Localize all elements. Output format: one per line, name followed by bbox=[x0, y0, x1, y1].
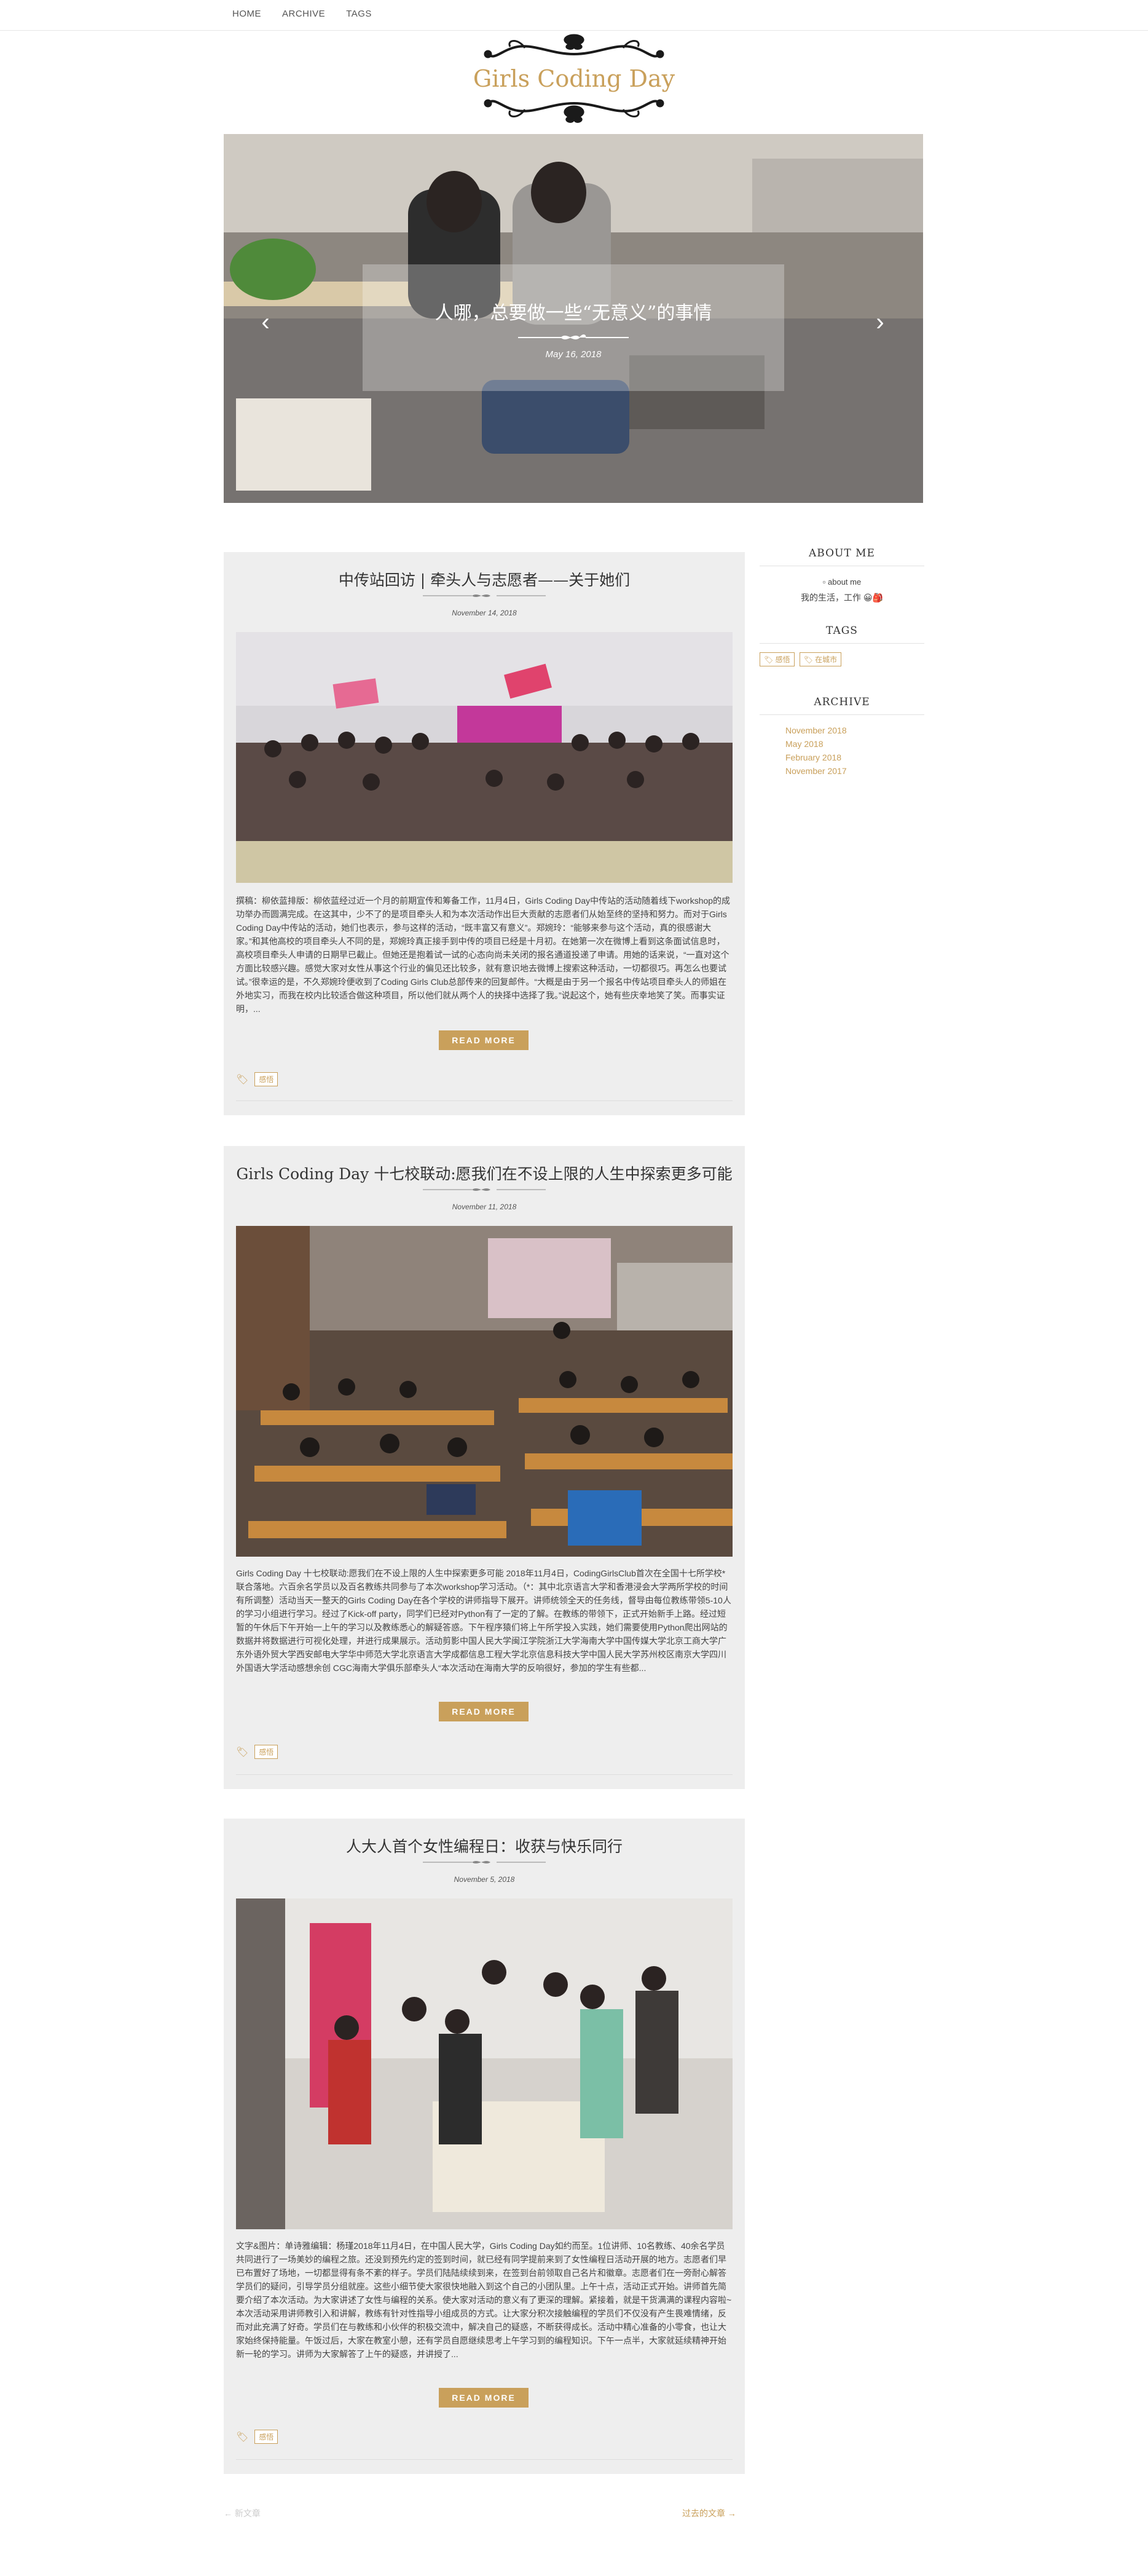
post-title[interactable]: 人大人首个女性编程日：收获与快乐同行 bbox=[224, 1835, 745, 1857]
divider-ornament bbox=[423, 1188, 546, 1191]
post-excerpt: 文字&图片：单诗雅编辑：杨瑾2018年11月4日，在中国人民大学，Girls C… bbox=[236, 2241, 732, 2359]
post-excerpt: 撰稿：柳依蓝排版：柳依蓝经过近一个月的前期宣传和筹备工作，11月4日，Girls… bbox=[236, 896, 731, 1014]
about-text: 我的生活，工作 😀🎒 bbox=[801, 593, 883, 603]
post-divider bbox=[236, 1100, 733, 1101]
about-image: ▫ about me bbox=[760, 577, 924, 587]
post-tags: 🏷 感悟 bbox=[236, 2430, 278, 2444]
group-photo bbox=[236, 632, 733, 883]
slide-caption[interactable]: 人哪，总要做一些“无意义”的事情 May 16, 2018 bbox=[363, 264, 784, 391]
about-image-alt: about me bbox=[828, 577, 862, 587]
post-card: Girls Coding Day 十七校联动:愿我们在不设上限的人生中探索更多可… bbox=[224, 1146, 745, 1789]
archive-link[interactable]: November 2017 bbox=[785, 764, 924, 778]
top-nav: HOME ARCHIVE TAGS bbox=[0, 0, 1148, 31]
sidebar-tags: 🏷 感悟 🏷 在城市 bbox=[760, 652, 924, 666]
tag-icon: 🏷 bbox=[236, 1747, 249, 1758]
nav-tags-link[interactable]: TAGS bbox=[346, 9, 372, 19]
read-more-button[interactable]: READ MORE bbox=[439, 1702, 529, 1721]
post-image[interactable] bbox=[236, 632, 733, 883]
sidebar: ABOUT ME ▫ about me 我的生活，工作 😀🎒 TAGS 🏷 感悟… bbox=[760, 547, 924, 778]
post-tags: 🏷 感悟 bbox=[236, 1072, 278, 1086]
post-divider bbox=[236, 1774, 733, 1775]
post-image[interactable] bbox=[236, 1226, 733, 1557]
sidebar-tag[interactable]: 🏷 在城市 bbox=[799, 652, 842, 666]
tag-icon: 🏷 bbox=[236, 1074, 249, 1085]
post-tags: 🏷 感悟 bbox=[236, 1745, 278, 1759]
read-more-button[interactable]: READ MORE bbox=[439, 1030, 529, 1050]
tags-heading: TAGS bbox=[760, 625, 924, 644]
archive-heading: ARCHIVE bbox=[760, 696, 924, 715]
hero-carousel[interactable]: 人哪，总要做一些“无意义”的事情 May 16, 2018 ‹ › bbox=[224, 134, 923, 503]
slide-date: May 16, 2018 bbox=[545, 349, 602, 360]
broken-image-icon: ▫ bbox=[822, 577, 826, 587]
post-card: 中传站回访 | 牵头人与志愿者——关于她们 November 14, 2018 … bbox=[224, 552, 745, 1115]
carousel-next-icon[interactable]: › bbox=[868, 310, 892, 334]
sidebar-tag-label: 在城市 bbox=[815, 655, 838, 664]
read-more-button[interactable]: READ MORE bbox=[439, 2388, 529, 2408]
pager-newer[interactable]: ← 新文章 bbox=[224, 2507, 261, 2519]
post-date: November 11, 2018 bbox=[452, 1203, 517, 1211]
slide-title[interactable]: 人哪，总要做一些“无意义”的事情 bbox=[363, 298, 784, 325]
classroom-photo bbox=[236, 1226, 733, 1557]
nav-links: HOME ARCHIVE TAGS bbox=[232, 9, 372, 19]
carousel-prev-icon[interactable]: ‹ bbox=[253, 310, 278, 334]
tag-link[interactable]: 感悟 bbox=[254, 1072, 278, 1086]
event-photo bbox=[236, 1898, 733, 2229]
tag-link[interactable]: 感悟 bbox=[254, 1745, 278, 1759]
sidebar-tag-label: 感悟 bbox=[775, 655, 790, 664]
archive-link[interactable]: May 2018 bbox=[785, 737, 924, 751]
archive-link[interactable]: February 2018 bbox=[785, 751, 924, 764]
about-heading: ABOUT ME bbox=[760, 547, 924, 566]
nav-home-link[interactable]: HOME bbox=[232, 9, 261, 19]
archive-list: November 2018 May 2018 February 2018 Nov… bbox=[760, 724, 924, 778]
sidebar-tag[interactable]: 🏷 感悟 bbox=[760, 652, 795, 666]
pager-older[interactable]: 过去的文章 → bbox=[682, 2507, 736, 2519]
divider-ornament bbox=[518, 334, 629, 340]
divider-ornament bbox=[423, 1860, 546, 1864]
tag-icon: 🏷 bbox=[803, 655, 816, 664]
logo-title: Girls Coding Day bbox=[473, 65, 675, 92]
post-excerpt: Girls Coding Day 十七校联动:愿我们在不设上限的人生中探索更多可… bbox=[236, 1568, 731, 1673]
post-divider bbox=[236, 2459, 733, 2460]
nav-archive-link[interactable]: ARCHIVE bbox=[282, 9, 325, 19]
post-date: November 5, 2018 bbox=[454, 1875, 515, 1884]
archive-link[interactable]: November 2018 bbox=[785, 724, 924, 737]
post-image[interactable] bbox=[236, 1898, 733, 2229]
post-card: 人大人首个女性编程日：收获与快乐同行 November 5, 2018 文字&图… bbox=[224, 1819, 745, 2474]
site-logo[interactable]: Girls Coding Day bbox=[451, 30, 697, 134]
divider-ornament bbox=[423, 594, 546, 598]
post-date: November 14, 2018 bbox=[452, 609, 517, 617]
post-title[interactable]: 中传站回访 | 牵头人与志愿者——关于她们 bbox=[224, 568, 745, 590]
post-title[interactable]: Girls Coding Day 十七校联动:愿我们在不设上限的人生中探索更多可… bbox=[224, 1162, 745, 1184]
tag-icon: 🏷 bbox=[764, 655, 776, 664]
tag-link[interactable]: 感悟 bbox=[254, 2430, 278, 2444]
tag-icon: 🏷 bbox=[236, 2432, 249, 2443]
